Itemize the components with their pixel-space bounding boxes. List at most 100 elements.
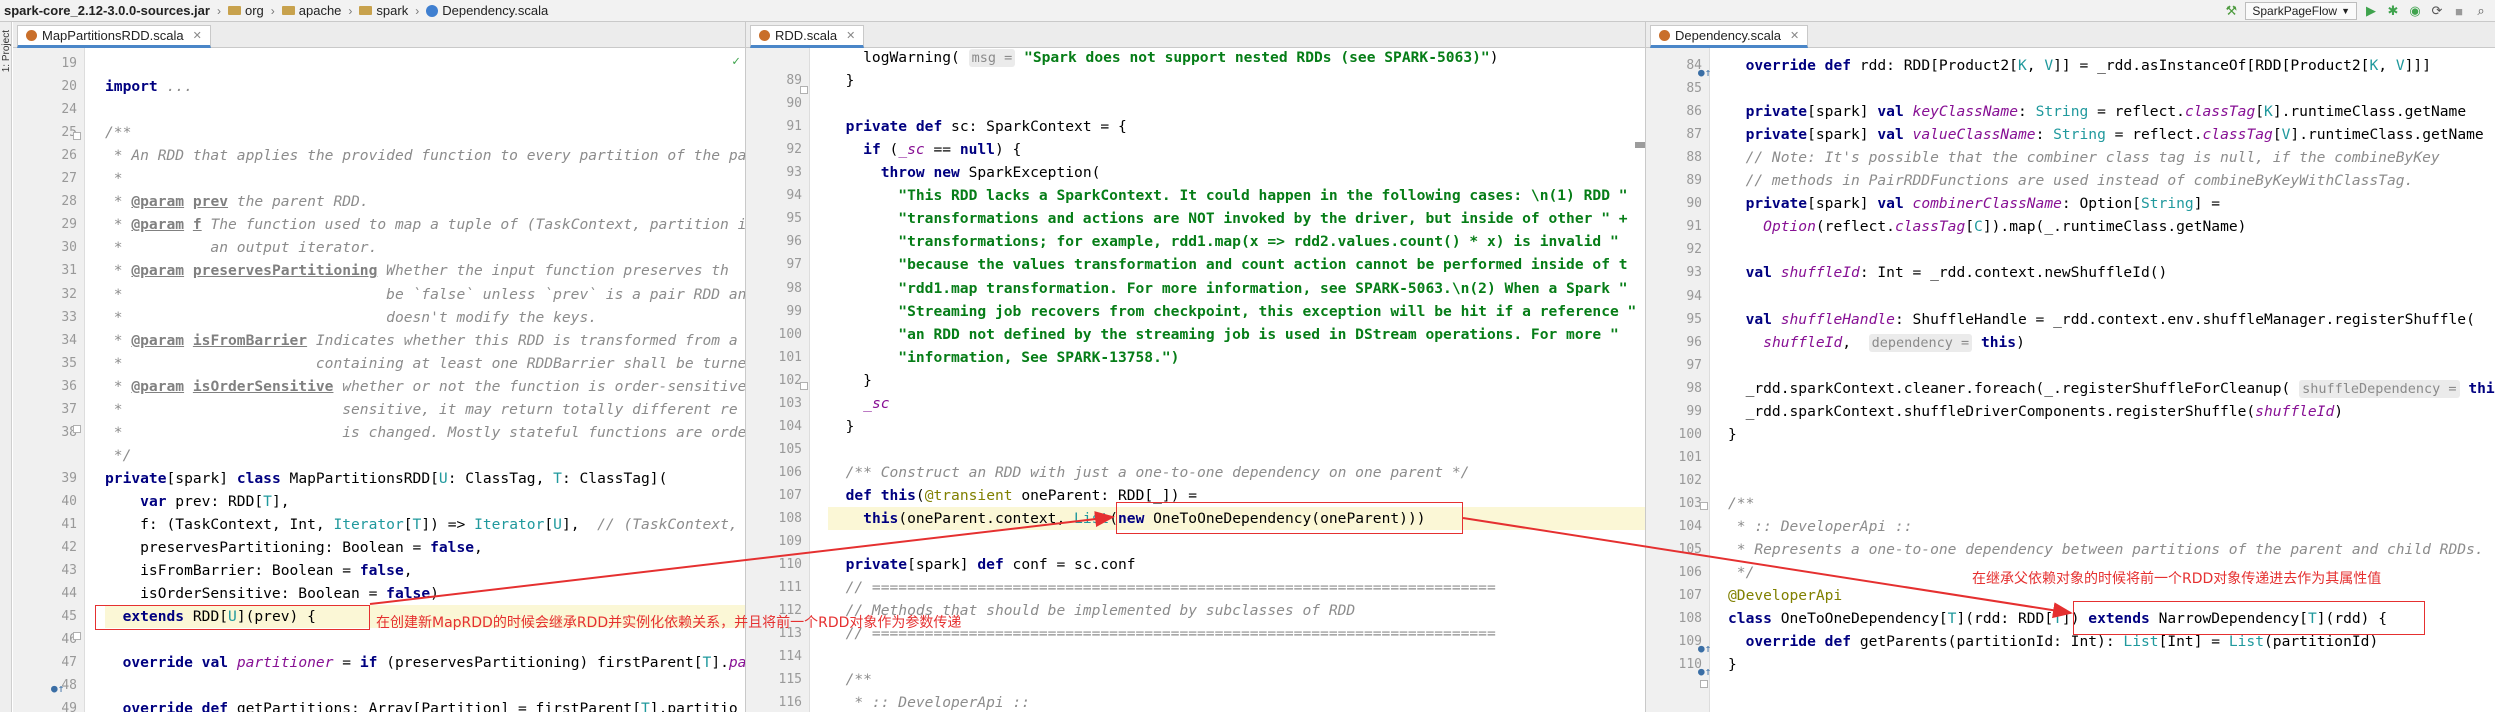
code-line[interactable]: } xyxy=(828,369,872,392)
override-marker-icon[interactable]: ●↑ xyxy=(51,682,64,695)
code-line[interactable]: * @param isFromBarrier Indicates whether… xyxy=(105,329,738,352)
code-line[interactable]: shuffleId, dependency = this) xyxy=(1728,331,2025,354)
fold-toggle-icon[interactable] xyxy=(800,86,808,94)
code-line[interactable]: "transformations and actions are NOT inv… xyxy=(828,207,1627,230)
breadcrumb-jar[interactable]: spark-core_2.12-3.0.0-sources.jar xyxy=(0,3,213,18)
code-line[interactable]: private[spark] val keyClassName: String … xyxy=(1728,100,2467,123)
code-line[interactable]: val shuffleHandle: ShuffleHandle = _rdd.… xyxy=(1728,308,2475,331)
code-line[interactable]: */ xyxy=(105,444,132,467)
line-number: 92 xyxy=(1686,242,1702,258)
debug-icon[interactable]: ✱ xyxy=(2385,3,2401,19)
code-line[interactable]: "information, See SPARK-13758.") xyxy=(828,346,1179,369)
hammer-icon[interactable]: ⚒ xyxy=(2223,3,2239,19)
code-line[interactable]: * an output iterator. xyxy=(105,236,378,259)
fold-toggle-icon[interactable] xyxy=(1700,680,1708,688)
profile-icon[interactable]: ⟳ xyxy=(2429,3,2445,19)
code-line[interactable]: override def rdd: RDD[Product2[K, V]] = … xyxy=(1728,54,2431,77)
tab-rdd[interactable]: RDD.scala ✕ xyxy=(750,25,865,48)
code-line[interactable]: * @param preservesPartitioning Whether t… xyxy=(105,259,729,282)
coverage-icon[interactable]: ◉ xyxy=(2407,3,2423,19)
stop-icon[interactable]: ■ xyxy=(2451,3,2467,19)
fold-toggle-icon[interactable] xyxy=(73,132,81,140)
override-marker-icon[interactable]: ●↑ xyxy=(1698,66,1711,79)
code-line[interactable]: isFromBarrier: Boolean = false, xyxy=(105,559,412,582)
code-line[interactable]: * be `false` unless `prev` is a pair RDD… xyxy=(105,283,745,306)
code-line[interactable]: f: (TaskContext, Int, Iterator[T]) => It… xyxy=(105,513,738,536)
code-line[interactable]: _rdd.sparkContext.shuffleDriverComponent… xyxy=(1728,400,2343,423)
code-line[interactable]: logWarning( msg = "Spark does not suppor… xyxy=(828,46,1499,69)
code-line[interactable]: /** xyxy=(105,121,131,144)
line-number: 49 xyxy=(61,701,77,712)
code-line[interactable]: * :: DeveloperApi :: xyxy=(1728,515,1913,538)
code-line[interactable]: * :: DeveloperApi :: xyxy=(828,691,1030,712)
code-line[interactable]: _rdd.sparkContext.cleaner.foreach(_.regi… xyxy=(1728,377,2495,400)
code-line[interactable]: "rdd1.map transformation. For more infor… xyxy=(828,277,1627,300)
tab-dependency[interactable]: Dependency.scala ✕ xyxy=(1650,25,1809,48)
breadcrumb-spark[interactable]: spark xyxy=(356,3,411,18)
code-line[interactable]: private[spark] class MapPartitionsRDD[U:… xyxy=(105,467,667,490)
close-icon[interactable]: ✕ xyxy=(1790,29,1799,42)
code-line[interactable]: "This RDD lacks a SparkContext. It could… xyxy=(828,184,1627,207)
line-number: 47 xyxy=(61,655,77,671)
code-line[interactable]: "transformations; for example, rdd1.map(… xyxy=(828,230,1618,253)
code-line[interactable]: * sensitive, it may return totally diffe… xyxy=(105,398,738,421)
code-line[interactable]: if (_sc == null) { xyxy=(828,138,1021,161)
code-line[interactable]: private[spark] val valueClassName: Strin… xyxy=(1728,123,2484,146)
code-line[interactable]: /** xyxy=(1728,492,1754,515)
code-line[interactable]: val shuffleId: Int = _rdd.context.newShu… xyxy=(1728,261,2168,284)
close-icon[interactable]: ✕ xyxy=(846,29,855,42)
code-line[interactable]: * containing at least one RDDBarrier sha… xyxy=(105,352,745,375)
code-line[interactable]: // methods in PairRDDFunctions are used … xyxy=(1728,169,2414,192)
code-line[interactable]: "Streaming job recovers from checkpoint,… xyxy=(828,300,1636,323)
code-line[interactable]: * @param prev the parent RDD. xyxy=(105,190,369,213)
close-icon[interactable]: ✕ xyxy=(193,29,202,42)
tab-mappartitionsrdd[interactable]: MapPartitionsRDD.scala ✕ xyxy=(17,25,211,48)
code-line[interactable]: * An RDD that applies the provided funct… xyxy=(105,144,745,167)
code-line[interactable]: throw new SparkException( xyxy=(828,161,1101,184)
code-line[interactable]: * @param isOrderSensitive whether or not… xyxy=(105,375,745,398)
code-line[interactable]: "an RDD not defined by the streaming job… xyxy=(828,323,1618,346)
override-marker-icon[interactable]: ●↑ xyxy=(1698,665,1711,678)
code-line[interactable]: private def sc: SparkContext = { xyxy=(828,115,1127,138)
breadcrumb-file[interactable]: Dependency.scala xyxy=(423,3,551,18)
scrollbar-marker[interactable] xyxy=(1635,142,1645,148)
code-line[interactable]: * Represents a one-to-one dependency bet… xyxy=(1728,538,2484,561)
code-line[interactable]: */ xyxy=(1728,561,1755,584)
search-icon[interactable]: ⌕ xyxy=(2473,3,2489,19)
code-line[interactable]: _sc xyxy=(828,392,889,415)
code-line[interactable]: var prev: RDD[T], xyxy=(105,490,289,513)
code-line[interactable]: } xyxy=(1728,653,1737,676)
code-line[interactable]: * is changed. Mostly stateful functions … xyxy=(105,421,745,444)
code-line[interactable]: override val partitioner = if (preserves… xyxy=(105,651,745,674)
code-line[interactable]: * doesn't modify the keys. xyxy=(105,306,597,329)
code-line[interactable]: isOrderSensitive: Boolean = false) xyxy=(105,582,439,605)
fold-toggle-icon[interactable] xyxy=(800,382,808,390)
override-marker-icon[interactable]: ●↑ xyxy=(1698,642,1711,655)
fold-toggle-icon[interactable] xyxy=(1700,502,1708,510)
line-number: 111 xyxy=(778,580,802,596)
code-line[interactable]: preservesPartitioning: Boolean = false, xyxy=(105,536,483,559)
project-tool-tab[interactable]: 1: Project xyxy=(1,30,12,72)
code-line[interactable]: } xyxy=(1728,423,1737,446)
code-line[interactable]: } xyxy=(828,415,855,438)
run-configuration-select[interactable]: SparkPageFlow ▼ xyxy=(2245,2,2357,20)
code-line[interactable]: * @param f The function used to map a tu… xyxy=(105,213,745,236)
code-line[interactable]: // =====================================… xyxy=(828,576,1496,599)
breadcrumb-org[interactable]: org xyxy=(225,3,267,18)
code-line[interactable]: /** Construct an RDD with just a one-to-… xyxy=(828,461,1470,484)
code-line[interactable]: Option(reflect.classTag[C]).map(_.runtim… xyxy=(1728,215,2246,238)
code-line[interactable]: } xyxy=(828,69,855,92)
breadcrumb-apache[interactable]: apache xyxy=(279,3,345,18)
code-line[interactable]: "because the values transformation and c… xyxy=(828,253,1627,276)
code-line[interactable]: import ... xyxy=(105,75,193,98)
code-line[interactable]: * xyxy=(105,167,123,190)
code-line[interactable]: // Note: It's possible that the combiner… xyxy=(1728,146,2440,169)
code-line[interactable]: /** xyxy=(828,668,872,691)
code-line[interactable]: override def getPartitions: Array[Partit… xyxy=(105,697,738,712)
fold-toggle-icon[interactable] xyxy=(73,632,81,640)
code-line[interactable]: @DeveloperApi xyxy=(1728,584,1842,607)
code-line[interactable]: private[spark] val combinerClassName: Op… xyxy=(1728,192,2221,215)
fold-toggle-icon[interactable] xyxy=(73,425,81,433)
code-line[interactable]: private[spark] def conf = sc.conf xyxy=(828,553,1136,576)
run-icon[interactable]: ▶ xyxy=(2363,3,2379,19)
